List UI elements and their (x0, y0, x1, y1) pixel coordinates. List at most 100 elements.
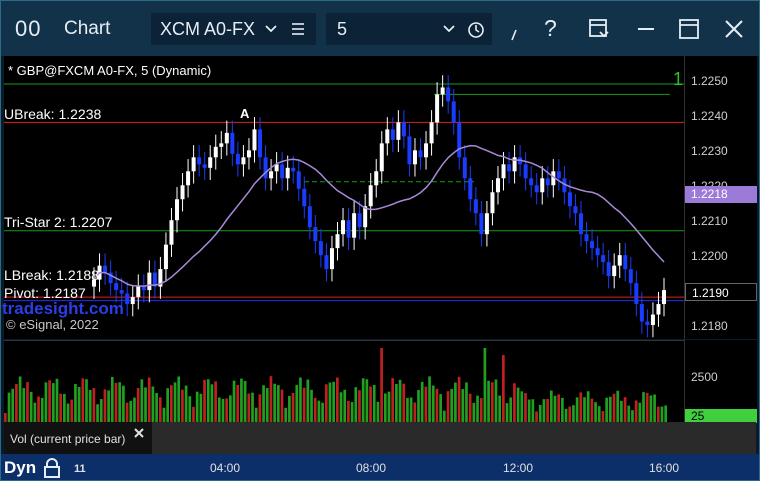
candle-body (451, 101, 456, 123)
current-price-box: 1.2190 (685, 283, 757, 301)
volume-bar (147, 377, 151, 423)
volume-bar (656, 406, 660, 423)
volume-bar (472, 402, 476, 423)
volume-bar (620, 400, 623, 423)
candle-body (313, 227, 318, 242)
candle-body (435, 94, 440, 123)
volume-bar (55, 378, 59, 423)
dynamic-mode-label[interactable]: Dyn (4, 458, 36, 478)
volume-bar (33, 402, 37, 423)
volume-bar (638, 402, 642, 423)
lock-icon[interactable] (42, 457, 62, 479)
candle-body (540, 178, 545, 193)
volume-bar (133, 397, 136, 423)
candle-body (529, 178, 534, 186)
price-tick: 1.2180 (691, 319, 728, 333)
volume-bar (350, 402, 354, 423)
volume-bar (431, 385, 435, 423)
chart-window: 00 Chart XCM A0-FX 5 ? * GBP@FXCM A0-FX,… (0, 0, 760, 481)
candle-body (119, 290, 124, 294)
price-chart[interactable]: * GBP@FXCM A0-FX, 5 (Dynamic) UBreak: 1.… (2, 56, 684, 339)
volume-bar (15, 383, 18, 423)
volume-bar (258, 394, 262, 423)
interval-value[interactable]: 5 (337, 19, 347, 40)
volume-bar (502, 355, 505, 423)
minimize-icon[interactable] (634, 17, 658, 41)
candle-body (457, 122, 462, 158)
price-chart-canvas[interactable] (4, 56, 684, 339)
candle-body (329, 248, 334, 270)
volume-pane[interactable] (4, 340, 684, 423)
volume-bar (37, 396, 40, 423)
volume-bar (616, 390, 620, 423)
volume-bar (306, 379, 310, 423)
volume-bar (564, 408, 568, 423)
candle-body (103, 265, 108, 273)
volume-bar (151, 386, 155, 423)
volume-axis[interactable]: 2500 25 (684, 340, 757, 423)
volume-bar (232, 380, 236, 423)
close-icon[interactable] (132, 426, 146, 440)
volume-bar (265, 388, 269, 423)
volume-bar (594, 402, 597, 423)
candle-body (578, 213, 583, 235)
volume-bar (509, 397, 513, 423)
candle-body (335, 234, 340, 249)
candle-body (252, 129, 257, 151)
volume-bar (494, 379, 498, 423)
candle-body (495, 178, 500, 193)
help-icon[interactable]: ? (544, 15, 557, 42)
volume-bar (439, 394, 442, 423)
list-icon[interactable] (290, 22, 306, 36)
volume-bar (575, 397, 579, 423)
copyright: © eSignal, 2022 (6, 317, 99, 332)
volume-bar (221, 398, 225, 423)
volume-bar (454, 382, 457, 423)
candle-body (285, 167, 290, 179)
candle-body (462, 157, 467, 179)
candle-body (473, 199, 478, 214)
volume-bar (103, 389, 107, 423)
candle-body (407, 136, 412, 165)
volume-bar (343, 389, 347, 423)
candle-body (662, 290, 666, 305)
volume-bar (77, 386, 81, 423)
volume-bar (395, 384, 398, 423)
cursor-icon[interactable] (508, 28, 520, 42)
volume-bar (653, 394, 656, 423)
study-tab[interactable]: Vol (current price bar) (4, 422, 152, 454)
volume-bar (321, 402, 324, 423)
clock-icon[interactable] (467, 21, 485, 39)
symbol-combo[interactable]: XCM A0-FX (151, 13, 316, 45)
volume-chart-canvas[interactable] (4, 341, 684, 423)
volume-bar (505, 403, 509, 423)
volume-bar (262, 385, 265, 423)
volume-bar (513, 383, 516, 423)
chevron-down-icon[interactable] (264, 23, 278, 35)
price-axis[interactable]: 1.2250 1.2240 1.2230 1.2220 1.2210 1.220… (684, 56, 757, 339)
volume-bar (96, 404, 99, 423)
volume-bar (332, 381, 335, 423)
volume-bar (29, 391, 33, 423)
candle-body (175, 199, 180, 221)
volume-bar (173, 382, 177, 423)
volume-bar (347, 400, 350, 423)
volume-bar (74, 384, 77, 423)
volume-bar (531, 399, 535, 423)
maximize-icon[interactable] (677, 17, 701, 41)
volume-bar (398, 379, 402, 423)
volume-bar (85, 379, 88, 423)
candle-body (429, 122, 434, 144)
close-icon[interactable] (722, 17, 746, 41)
volume-bar (387, 391, 391, 423)
candle-body (258, 129, 263, 158)
candle-body (197, 157, 202, 165)
volume-bar (48, 380, 51, 423)
chevron-down-icon[interactable] (442, 23, 456, 35)
interval-combo[interactable]: 5 (326, 13, 492, 45)
save-icon[interactable] (587, 17, 611, 41)
volume-bar (251, 392, 254, 423)
volume-bar (516, 387, 520, 423)
volume-bar (184, 385, 188, 423)
symbol-value[interactable]: XCM A0-FX (160, 19, 255, 40)
